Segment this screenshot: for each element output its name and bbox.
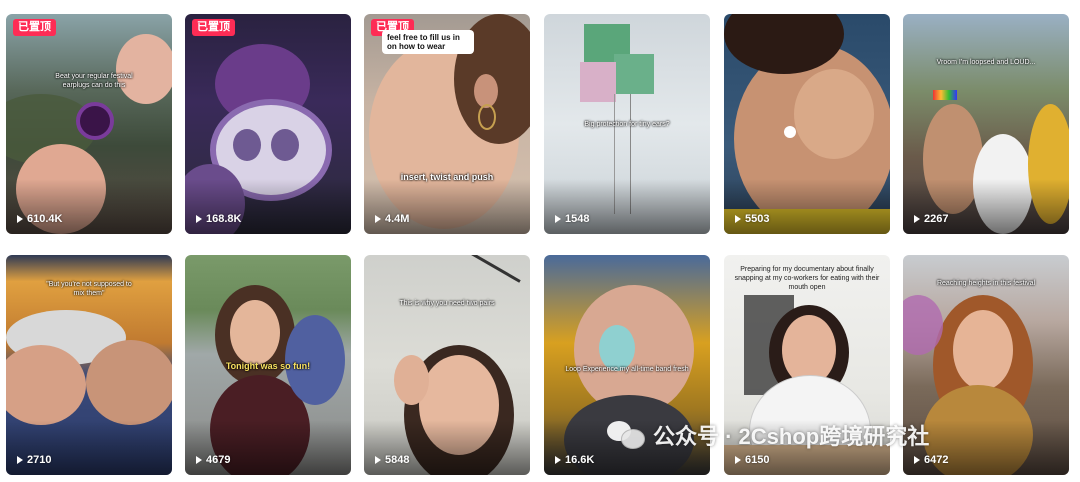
pinned-badge: 已置顶 [13, 19, 56, 36]
video-caption: Big protection for tiny ears? [584, 121, 670, 128]
video-caption: insert, twist and push [400, 172, 494, 182]
video-caption: Preparing for my documentary about final… [734, 266, 880, 291]
play-icon [375, 215, 381, 223]
bottom-gradient [185, 420, 351, 475]
bottom-gradient [185, 179, 351, 234]
view-count: 16.6K [555, 454, 594, 466]
comment-reply-card: feel free to fill us in on how to wear [382, 30, 474, 54]
view-count: 5848 [375, 454, 409, 466]
bottom-gradient [364, 179, 530, 234]
bottom-gradient [903, 179, 1069, 234]
video-tile[interactable]: Tonight was so fun! 4679 [185, 255, 351, 475]
play-icon [914, 215, 920, 223]
play-icon [196, 456, 202, 464]
video-caption: Loop Experience my all-time band fresh [565, 366, 689, 373]
play-icon [914, 456, 920, 464]
play-icon [735, 456, 741, 464]
view-count: 168.8K [196, 213, 241, 225]
wechat-icon [607, 419, 645, 451]
view-count: 4.4M [375, 213, 409, 225]
bottom-gradient [364, 420, 530, 475]
play-icon [17, 456, 23, 464]
play-icon [196, 215, 202, 223]
video-grid: 已置顶 Beat your regular festival earplugs … [0, 0, 1080, 482]
video-caption: Tonight was so fun! [225, 361, 311, 371]
pinned-badge: 已置顶 [192, 19, 235, 36]
play-icon [555, 456, 561, 464]
video-tile[interactable]: "But you're not supposed to mix them" 27… [6, 255, 172, 475]
bottom-gradient [6, 420, 172, 475]
play-icon [735, 215, 741, 223]
video-tile[interactable]: Vroom I'm loopsed and LOUD... 2267 [903, 14, 1069, 234]
view-count: 5503 [735, 213, 769, 225]
bottom-gradient [6, 179, 172, 234]
video-caption: "But you're not supposed to mix them" [46, 281, 132, 297]
play-icon [375, 456, 381, 464]
view-count: 2267 [914, 213, 948, 225]
view-count: 2710 [17, 454, 51, 466]
video-tile[interactable]: 5503 [724, 14, 890, 234]
video-tile[interactable]: Big protection for tiny ears? 1548 [544, 14, 710, 234]
play-icon [555, 215, 561, 223]
view-count: 6472 [914, 454, 948, 466]
video-caption: This is why you need two pairs [399, 300, 495, 307]
view-count: 1548 [555, 213, 589, 225]
video-caption: Reaching heights in this festival [936, 280, 1036, 287]
watermark-text: 公众号 · 2Cshop跨境研究社 [653, 424, 930, 449]
view-count: 4679 [196, 454, 230, 466]
view-count: 6150 [735, 454, 769, 466]
video-tile[interactable]: This is why you need two pairs 5848 [364, 255, 530, 475]
play-icon [17, 215, 23, 223]
watermark: 公众号 · 2Cshop跨境研究社 [607, 418, 929, 452]
video-tile[interactable]: 已置顶 feel free to fill us in on how to we… [364, 14, 530, 234]
bottom-gradient [544, 179, 710, 234]
bottom-gradient [724, 179, 890, 234]
video-tile[interactable]: 已置顶 168.8K [185, 14, 351, 234]
video-tile[interactable]: 已置顶 Beat your regular festival earplugs … [6, 14, 172, 234]
video-caption: Vroom I'm loopsed and LOUD... [936, 59, 1036, 66]
video-caption: Beat your regular festival earplugs can … [55, 73, 133, 89]
view-count: 610.4K [17, 213, 62, 225]
